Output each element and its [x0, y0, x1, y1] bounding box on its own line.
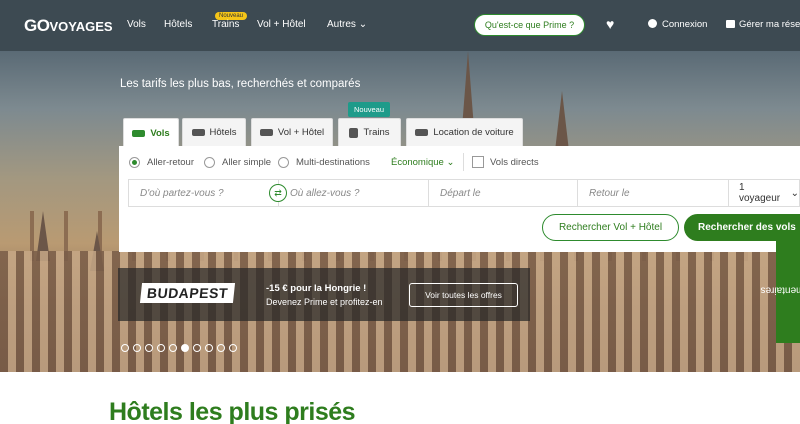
tab-vols[interactable]: Vols [123, 118, 179, 147]
tab-car-rental[interactable]: Location de voiture [406, 118, 523, 146]
swap-icon[interactable]: ⇄ [269, 184, 287, 202]
carousel-dot[interactable] [217, 344, 225, 352]
radio-icon [278, 157, 289, 168]
login-link[interactable]: Connexion [648, 19, 707, 30]
carousel-dot[interactable] [133, 344, 141, 352]
search-vol-hotel-button[interactable]: Rechercher Vol + Hôtel [542, 214, 679, 241]
site-logo[interactable]: GOVOYAGES [24, 16, 113, 36]
feedback-tab[interactable]: ➤ Commentaires [761, 237, 800, 343]
tab-hotels[interactable]: Hôtels [182, 118, 246, 146]
carousel-dot[interactable] [169, 344, 177, 352]
carousel-dot[interactable] [193, 344, 201, 352]
depart-date-input[interactable]: Départ le [428, 179, 578, 207]
chevron-down-icon: ⌄ [446, 157, 455, 168]
bed-icon [191, 129, 205, 136]
carousel-dots [121, 344, 237, 352]
user-icon [648, 19, 657, 28]
nav-vols[interactable]: Vols [127, 19, 146, 30]
passengers-select[interactable]: 1 voyageur ⌄ [728, 179, 800, 207]
chevron-down-icon: ⌄ [358, 19, 368, 30]
budapest-logo: BUDAPEST [139, 283, 236, 303]
hero-tagline: Les tarifs les plus bas, recherchés et c… [120, 78, 361, 90]
tab-vol-hotel[interactable]: Vol + Hôtel [251, 118, 333, 146]
carousel-dot[interactable] [229, 344, 237, 352]
nav-autres[interactable]: Autres ⌄ [327, 19, 367, 30]
promo-title: -15 € pour la Hongrie ! [266, 283, 367, 294]
briefcase-icon [726, 20, 735, 28]
nav-hotels[interactable]: Hôtels [164, 19, 192, 30]
manage-booking-link[interactable]: Gérer ma rése [726, 19, 800, 30]
radio-multi-destinations[interactable]: Multi-destinations [278, 157, 370, 168]
plane-bed-icon [259, 129, 273, 136]
checkbox-icon [472, 156, 484, 168]
plane-icon [132, 129, 146, 137]
carousel-dot[interactable] [157, 344, 165, 352]
divider [463, 153, 464, 171]
view-all-offers-button[interactable]: Voir toutes les offres [409, 283, 518, 307]
direct-flights-checkbox[interactable]: Vols directs [472, 156, 539, 168]
nav-vol-hotel[interactable]: Vol + Hôtel [257, 19, 306, 30]
top-navigation-bar: GOVOYAGES Vols Hôtels Nouveau Trains Vol… [0, 0, 800, 51]
promo-subtitle: Devenez Prime et profitez-en [266, 297, 383, 307]
radio-aller-retour[interactable]: Aller-retour [129, 157, 194, 168]
chevron-down-icon: ⌄ [790, 187, 799, 199]
carousel-dot[interactable] [121, 344, 129, 352]
carousel-dot-active[interactable] [181, 344, 189, 352]
nouveau-tag: Nouveau [348, 102, 391, 117]
destination-input[interactable]: Où allez-vous ? [278, 179, 429, 207]
radio-selected-icon [129, 157, 140, 168]
section-title: Hôtels les plus prisés [109, 398, 356, 424]
radio-aller-simple[interactable]: Aller simple [204, 157, 271, 168]
tab-trains[interactable]: Trains [338, 118, 401, 146]
nav-trains[interactable]: Trains [212, 19, 239, 30]
radio-icon [204, 157, 215, 168]
carousel-dot[interactable] [205, 344, 213, 352]
origin-input[interactable]: D'où partez-vous ? [128, 179, 279, 207]
train-icon [349, 127, 359, 138]
spire-decoration [555, 91, 569, 151]
car-icon [415, 129, 429, 136]
heart-icon[interactable]: ♥ [606, 16, 614, 32]
carousel-dot[interactable] [145, 344, 153, 352]
prime-button[interactable]: Qu'est-ce que Prime ? [474, 14, 585, 36]
cabin-class-select[interactable]: Économique ⌄ [391, 157, 454, 168]
return-date-input[interactable]: Retour le [577, 179, 729, 207]
